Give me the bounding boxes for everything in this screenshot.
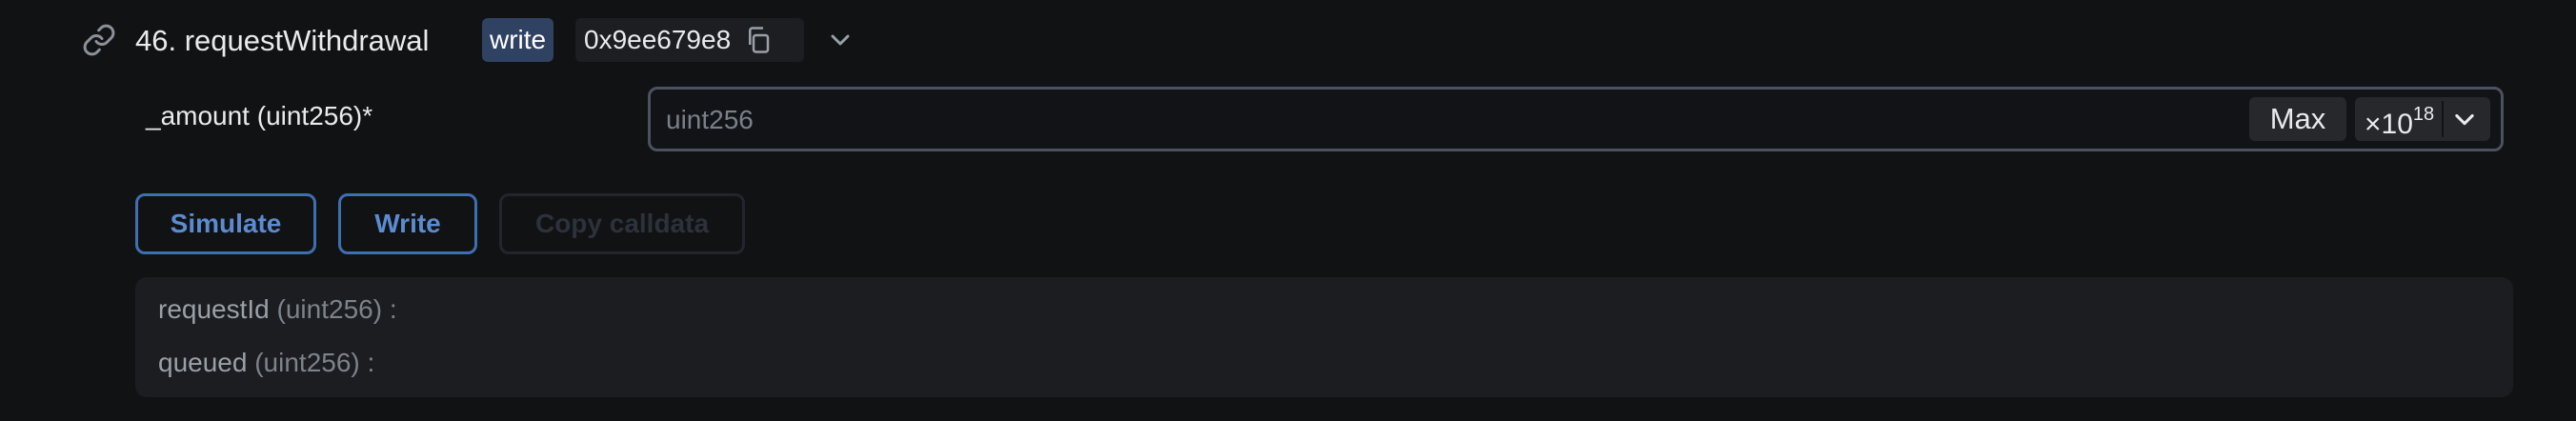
write-badge: write <box>482 18 554 62</box>
write-button[interactable]: Write <box>338 193 477 254</box>
unit-divider <box>2442 101 2445 137</box>
output-name: queued <box>158 348 248 377</box>
amount-input-group: Max ×1018 <box>648 87 2504 151</box>
output-type: (uint256) <box>276 294 383 324</box>
copy-icon[interactable] <box>744 26 773 54</box>
link-icon[interactable] <box>82 23 116 57</box>
output-separator: : <box>389 294 397 324</box>
copy-calldata-button: Copy calldata <box>499 193 745 254</box>
max-button[interactable]: Max <box>2249 97 2346 141</box>
selector-text: 0x9ee679e8 <box>584 25 732 54</box>
unit-multiplier-select[interactable]: ×1018 <box>2355 97 2490 141</box>
unit-multiplier-label: ×1018 <box>2365 103 2435 140</box>
output-row: queued (uint256) : <box>158 344 374 382</box>
amount-param-label: _amount (uint256)* <box>146 101 373 130</box>
output-separator: : <box>367 348 375 377</box>
simulate-button[interactable]: Simulate <box>135 193 316 254</box>
function-selector: 0x9ee679e8 <box>575 18 804 62</box>
chevron-down-icon[interactable] <box>2451 106 2478 132</box>
output-row: requestId (uint256) : <box>158 291 397 329</box>
chevron-down-icon[interactable] <box>825 25 855 55</box>
output-panel: requestId (uint256) : queued (uint256) : <box>135 277 2513 397</box>
output-type: (uint256) <box>254 348 360 377</box>
method-title: 46. requestWithdrawal <box>135 24 430 57</box>
amount-input[interactable] <box>664 90 2097 150</box>
output-name: requestId <box>158 294 270 324</box>
